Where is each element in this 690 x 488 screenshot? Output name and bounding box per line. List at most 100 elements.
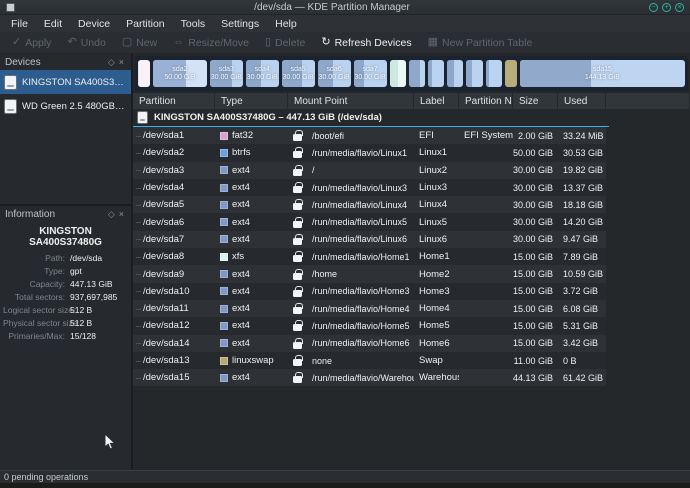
- lock-icon: [293, 221, 302, 228]
- table-row[interactable]: /dev/sda15ext4/run/media/flavio/Warehous…: [133, 369, 606, 386]
- device-group-row[interactable]: KINGSTON SA400S37480G – 447.13 GiB (/dev…: [133, 109, 690, 126]
- apply-check-icon: ✓: [12, 37, 21, 48]
- mount-point-cell: /run/media/flavio/Home4: [288, 303, 414, 314]
- partition-segment-sda12[interactable]: [466, 60, 482, 87]
- partition-segment-sda13[interactable]: [505, 60, 517, 87]
- information-panel-title: Information: [5, 209, 55, 220]
- float-panel-icon[interactable]: ◇: [106, 209, 117, 220]
- partition-segment-sda7[interactable]: sda730.00 GiB: [354, 60, 387, 87]
- column-header-type[interactable]: Type: [215, 93, 288, 109]
- partition-segment-label: sda430.00 GiB: [247, 66, 278, 82]
- partition-segment-sda3[interactable]: sda330.00 GiB: [210, 60, 243, 87]
- partition-path: /dev/sda15: [143, 372, 189, 383]
- table-row[interactable]: /dev/sda6ext4/run/media/flavio/Linux5Lin…: [133, 213, 606, 230]
- column-header-partition-name[interactable]: Partition Name: [459, 93, 513, 109]
- menu-file[interactable]: File: [4, 17, 35, 31]
- menu-device[interactable]: Device: [71, 17, 117, 31]
- used-cell: 9.47 GiB: [558, 234, 606, 244]
- info-field-value: 15/128: [70, 331, 128, 341]
- table-row[interactable]: /dev/sda9ext4/homeHome215.00 GiB10.59 Gi…: [133, 265, 606, 282]
- information-panel: Information ◇ × KINGSTON SA400S37480G Pa…: [0, 206, 131, 470]
- partition-segment-name: sda2: [164, 66, 195, 74]
- refresh-devices-button[interactable]: ↻Refresh Devices: [315, 35, 417, 51]
- close-panel-icon[interactable]: ×: [117, 57, 126, 67]
- partition-segment-label: sda730.00 GiB: [355, 66, 386, 82]
- partition-segment-sda2[interactable]: sda250.00 GiB: [153, 60, 207, 87]
- float-panel-icon[interactable]: ◇: [106, 57, 117, 68]
- partition-path: /dev/sda4: [143, 182, 184, 193]
- used-space-fill: [486, 60, 490, 87]
- filesystem-color-swatch: [220, 253, 228, 261]
- type-cell: ext4: [215, 320, 288, 331]
- partition-segment-name: sda7: [355, 66, 386, 74]
- desktop-edge: [0, 483, 690, 488]
- partition-segment-sda15[interactable]: sda15144.13 GiB: [520, 60, 685, 87]
- table-row[interactable]: /dev/sda12ext4/run/media/flavio/Home5Hom…: [133, 317, 606, 334]
- table-row[interactable]: /dev/sda7ext4/run/media/flavio/Linux6Lin…: [133, 231, 606, 248]
- toolbar-button-label: New: [136, 37, 157, 49]
- size-cell: 30.00 GiB: [513, 183, 558, 193]
- label-cell: Linux4: [414, 199, 459, 210]
- menu-settings[interactable]: Settings: [214, 17, 266, 31]
- table-row[interactable]: /dev/sda13linuxswapnoneSwap11.00 GiB0 B: [133, 352, 606, 369]
- table-row[interactable]: /dev/sda2btrfs/run/media/flavio/Linux1Li…: [133, 144, 606, 161]
- partition-segment-sda11[interactable]: [447, 60, 463, 87]
- used-cell: 13.37 GiB: [558, 183, 606, 193]
- type-cell: linuxswap: [215, 355, 288, 366]
- partition-path: /dev/sda2: [143, 147, 184, 158]
- toolbar: ✓Apply↶Undo▢New⇔Resize/Move▯Delete↻Refre…: [0, 32, 690, 54]
- maximize-button[interactable]: +: [662, 3, 671, 12]
- hard-drive-icon: [4, 75, 17, 90]
- mount-point-cell: /run/media/flavio/Home6: [288, 338, 414, 349]
- mount-point-path: /run/media/flavio/Home4: [312, 304, 410, 314]
- lock-icon: [293, 151, 302, 158]
- filesystem-type: ext4: [232, 338, 250, 349]
- new-button: ▢New: [116, 35, 163, 51]
- filesystem-type: ext4: [232, 234, 250, 245]
- partition-segment-sda8[interactable]: [390, 60, 406, 87]
- mount-point-path: /home: [312, 269, 337, 279]
- filesystem-type: linuxswap: [232, 355, 274, 366]
- partition-segment-sda9[interactable]: [409, 60, 425, 87]
- table-row[interactable]: /dev/sda3ext4/Linux230.00 GiB19.82 GiB: [133, 162, 606, 179]
- close-button[interactable]: ×: [675, 3, 684, 12]
- menu-edit[interactable]: Edit: [37, 17, 69, 31]
- table-row[interactable]: /dev/sda1fat32/boot/efiEFIEFI System Par…: [133, 127, 606, 144]
- devices-panel-title: Devices: [5, 57, 41, 68]
- column-header-mount-point[interactable]: Mount Point: [288, 93, 414, 109]
- close-panel-icon[interactable]: ×: [117, 209, 126, 219]
- partition-segment-sda14[interactable]: [486, 60, 502, 87]
- menu-tools[interactable]: Tools: [174, 17, 213, 31]
- partition-segment-sda6[interactable]: sda630.00 GiB: [318, 60, 351, 87]
- column-header-label[interactable]: Label: [414, 93, 459, 109]
- table-row[interactable]: /dev/sda8xfs/run/media/flavio/Home1Home1…: [133, 248, 606, 265]
- table-row[interactable]: /dev/sda4ext4/run/media/flavio/Linux3Lin…: [133, 179, 606, 196]
- table-row[interactable]: /dev/sda14ext4/run/media/flavio/Home6Hom…: [133, 335, 606, 352]
- menu-partition[interactable]: Partition: [119, 17, 172, 31]
- titlebar[interactable]: /dev/sda — KDE Partition Manager −+×: [0, 0, 690, 15]
- menu-help[interactable]: Help: [268, 17, 304, 31]
- device-list-item[interactable]: KINGSTON SA400S37480G – 44...: [0, 70, 131, 94]
- device-list-item[interactable]: WD Green 2.5 480GB – 447.13 ...: [0, 94, 131, 118]
- partition-segment-sda1[interactable]: [138, 60, 150, 87]
- partition-cell: /dev/sda5: [133, 199, 215, 210]
- column-header-size[interactable]: Size: [513, 93, 558, 109]
- used-space-fill: [409, 60, 421, 87]
- table-row[interactable]: /dev/sda5ext4/run/media/flavio/Linux4Lin…: [133, 196, 606, 213]
- table-row[interactable]: /dev/sda10ext4/run/media/flavio/Home3Hom…: [133, 283, 606, 300]
- partition-segment-name: sda5: [283, 66, 314, 74]
- column-header-used[interactable]: Used: [558, 93, 606, 109]
- size-cell: 15.00 GiB: [513, 321, 558, 331]
- minimize-button[interactable]: −: [649, 3, 658, 12]
- table-row[interactable]: /dev/sda11ext4/run/media/flavio/Home4Hom…: [133, 300, 606, 317]
- used-cell: 18.18 GiB: [558, 200, 606, 210]
- partition-segment-sda4[interactable]: sda430.00 GiB: [246, 60, 279, 87]
- partition-path: /dev/sda11: [143, 303, 189, 314]
- information-panel-header: Information ◇ ×: [0, 206, 131, 222]
- table-header: PartitionTypeMount PointLabelPartition N…: [133, 93, 690, 109]
- partition-segment-sda10[interactable]: [428, 60, 444, 87]
- undo-button: ↶Undo: [61, 35, 111, 51]
- type-cell: ext4: [215, 217, 288, 228]
- partition-segment-sda5[interactable]: sda530.00 GiB: [282, 60, 315, 87]
- column-header-partition[interactable]: Partition: [133, 93, 215, 109]
